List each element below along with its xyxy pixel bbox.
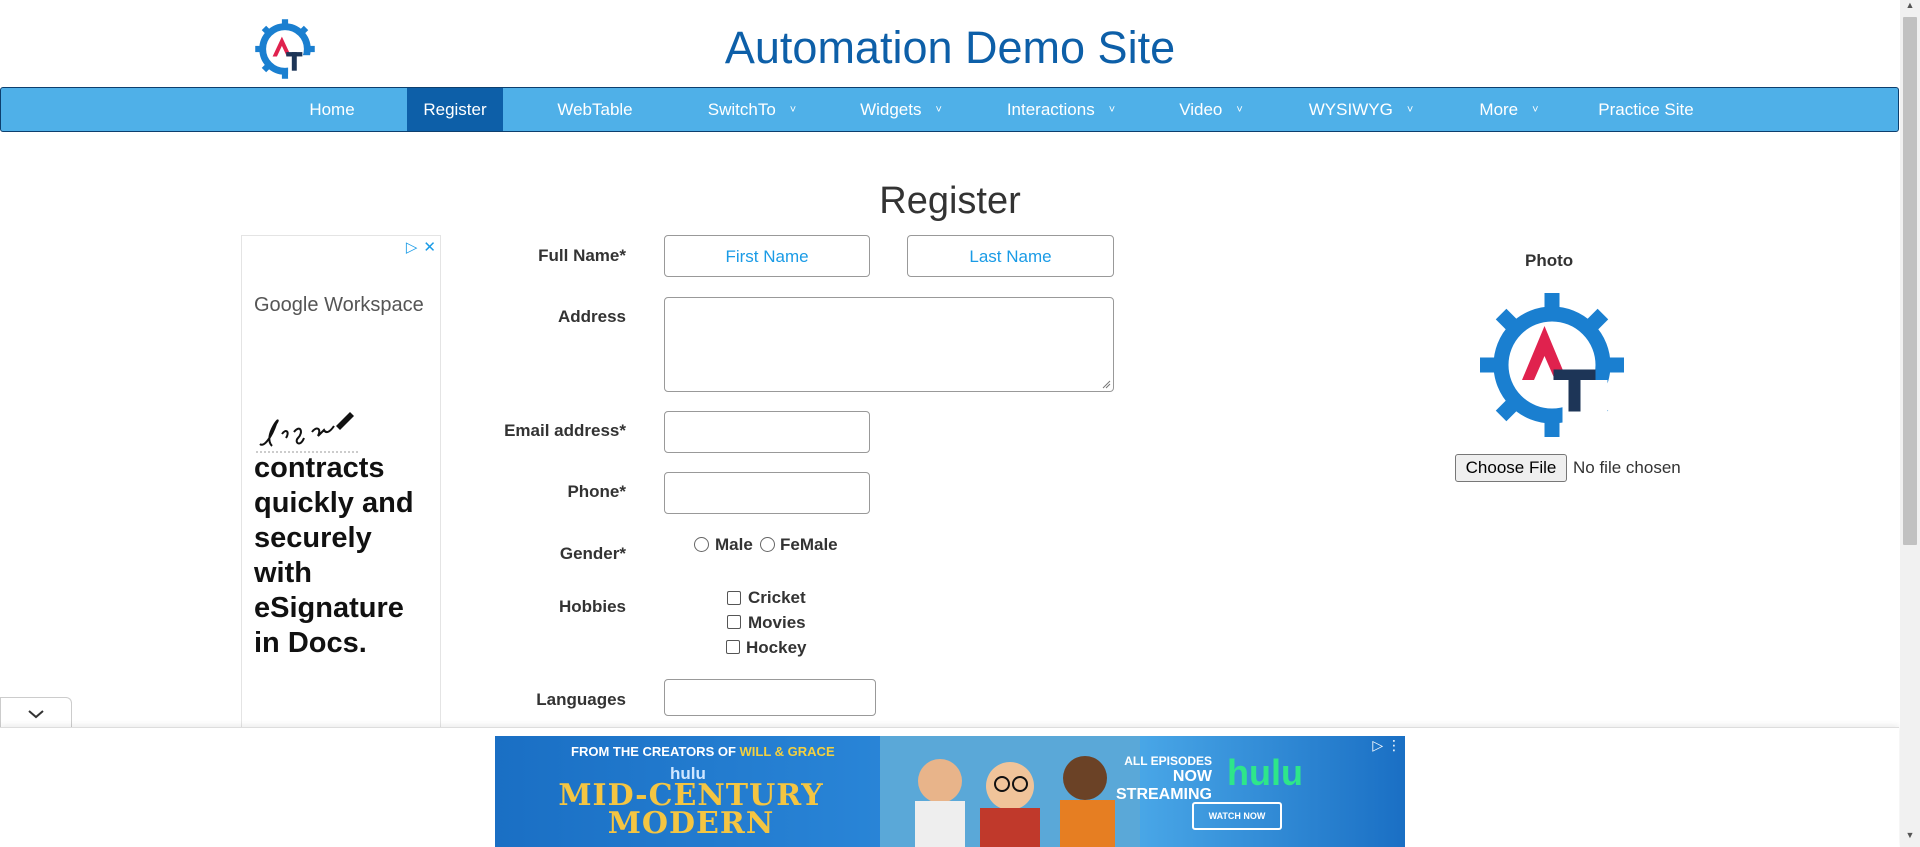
ad-show-title: MID-CENTURY MODERN — [541, 781, 841, 841]
nav-label: More — [1479, 100, 1519, 119]
page-title: Register — [879, 180, 1021, 222]
hobby-movies-checkbox[interactable] — [727, 615, 741, 629]
gender-label: Gender* — [559, 544, 626, 563]
ad-all-episodes: ALL EPISODES — [1124, 754, 1212, 768]
photo-label: Photo — [1525, 251, 1574, 270]
nav-label: Interactions — [1006, 100, 1095, 119]
hobby-hockey-checkbox[interactable] — [726, 640, 740, 654]
hobby-hockey-label: Hockey — [746, 638, 807, 657]
chevron-down-icon: ˅ — [1532, 104, 1539, 117]
hobby-cricket-label: Cricket — [748, 588, 806, 607]
hobbies-label: Hobbies — [558, 597, 626, 616]
phone-input[interactable] — [664, 472, 870, 514]
nav-item-practice-site[interactable]: Practice Site — [1581, 88, 1711, 131]
languages-input[interactable] — [664, 679, 876, 716]
scroll-down-icon[interactable]: ▼ — [1900, 830, 1920, 847]
site-title: Automation Demo Site — [724, 22, 1176, 73]
nav-label: SwitchTo — [707, 100, 776, 119]
nav-item-widgets[interactable]: Widgets ˅ — [841, 88, 961, 131]
file-status: No file chosen — [1573, 458, 1681, 477]
ad-title-line2: MODERN — [607, 806, 775, 841]
languages-label: Languages — [536, 690, 626, 709]
last-name-input[interactable]: Last Name — [907, 235, 1114, 277]
hulu-logo: hulu — [1227, 752, 1303, 793]
ad-tagline-highlight: WILL & GRACE — [739, 744, 835, 759]
address-label: Address — [557, 307, 626, 326]
choose-file-button[interactable]: Choose File — [1455, 454, 1567, 482]
nav-item-home[interactable]: Home — [291, 88, 373, 131]
scrollbar-thumb[interactable] — [1903, 17, 1917, 545]
adchoices-icon[interactable]: ▷ — [406, 239, 418, 256]
chevron-down-icon: ˅ — [789, 104, 797, 117]
nav-item-interactions[interactable]: Interactions ˅ — [991, 88, 1131, 131]
nav-label: WebTable — [557, 100, 633, 119]
main-nav: Home Register WebTable SwitchTo ˅ Widgets… — [0, 87, 1899, 132]
nav-label: Register — [423, 100, 487, 119]
nav-label: Home — [309, 100, 355, 119]
nav-item-webtable[interactable]: WebTable — [537, 88, 653, 131]
chevron-down-icon: ˅ — [1108, 104, 1116, 117]
nav-label: Practice Site — [1598, 100, 1694, 119]
email-input[interactable] — [664, 411, 870, 453]
gender-male-radio[interactable] — [694, 537, 709, 552]
ad-tagline-prefix: FROM THE CREATORS OF — [571, 744, 736, 759]
phone-label: Phone* — [567, 482, 626, 501]
first-name-input[interactable]: First Name — [664, 235, 870, 277]
hobby-movies-label: Movies — [748, 613, 806, 632]
profile-photo-logo-icon — [1480, 293, 1624, 437]
full-name-label: Full Name* — [538, 246, 626, 265]
bottom-banner-ad[interactable]: FROM THE CREATORS OF WILL & GRACE hulu M… — [495, 736, 1405, 847]
ad-controls: ▷ ⋮ — [1372, 737, 1401, 754]
nav-item-more[interactable]: More ˅ — [1461, 88, 1557, 131]
nav-label: Widgets — [860, 100, 922, 119]
hobby-cricket-checkbox[interactable] — [727, 591, 741, 605]
nav-item-register[interactable]: Register — [407, 88, 503, 131]
google-logo: Google — [254, 294, 319, 316]
nav-item-video[interactable]: Video ˅ — [1161, 88, 1261, 131]
ad-brand: Google Workspace — [254, 294, 424, 317]
resize-handle-icon[interactable] — [1101, 379, 1111, 389]
scroll-up-icon[interactable]: ▲ — [1900, 0, 1920, 17]
ad-tagline: FROM THE CREATORS OF WILL & GRACE — [571, 744, 835, 759]
gender-female-label: FeMale — [780, 535, 838, 554]
nav-label: WYSIWYG — [1308, 100, 1393, 119]
watch-now-button[interactable]: WATCH NOW — [1192, 802, 1282, 830]
signature-icon — [256, 412, 358, 453]
adchoices-icon[interactable]: ▷ — [1372, 737, 1383, 753]
nav-item-wysiwyg[interactable]: WYSIWYG ˅ — [1291, 88, 1431, 131]
ad-headline: contracts quickly and securely with eSig… — [254, 452, 414, 659]
vertical-scrollbar[interactable]: ▲ ▼ — [1900, 0, 1920, 847]
page: Automation Demo Site Home Register WebTa… — [0, 0, 1920, 847]
workspace-label: Workspace — [324, 294, 424, 316]
chevron-down-icon — [28, 710, 44, 719]
chevron-down-icon: ˅ — [1406, 104, 1414, 117]
email-label: Email address* — [504, 421, 626, 440]
nav-label: Video — [1179, 100, 1223, 119]
last-name-placeholder: Last Name — [969, 247, 1052, 266]
first-name-placeholder: First Name — [725, 247, 809, 266]
address-textarea[interactable] — [664, 297, 1114, 392]
collapse-ad-button[interactable] — [0, 697, 72, 727]
gender-male-label: Male — [715, 535, 753, 554]
gender-female-radio[interactable] — [760, 537, 775, 552]
chevron-down-icon: ˅ — [935, 104, 942, 117]
chevron-down-icon: ˅ — [1236, 104, 1243, 117]
nav-item-switchto[interactable]: SwitchTo ˅ — [687, 88, 817, 131]
more-options-icon[interactable]: ⋮ — [1387, 737, 1401, 753]
ad-now-streaming: NOW STREAMING — [1116, 768, 1212, 803]
